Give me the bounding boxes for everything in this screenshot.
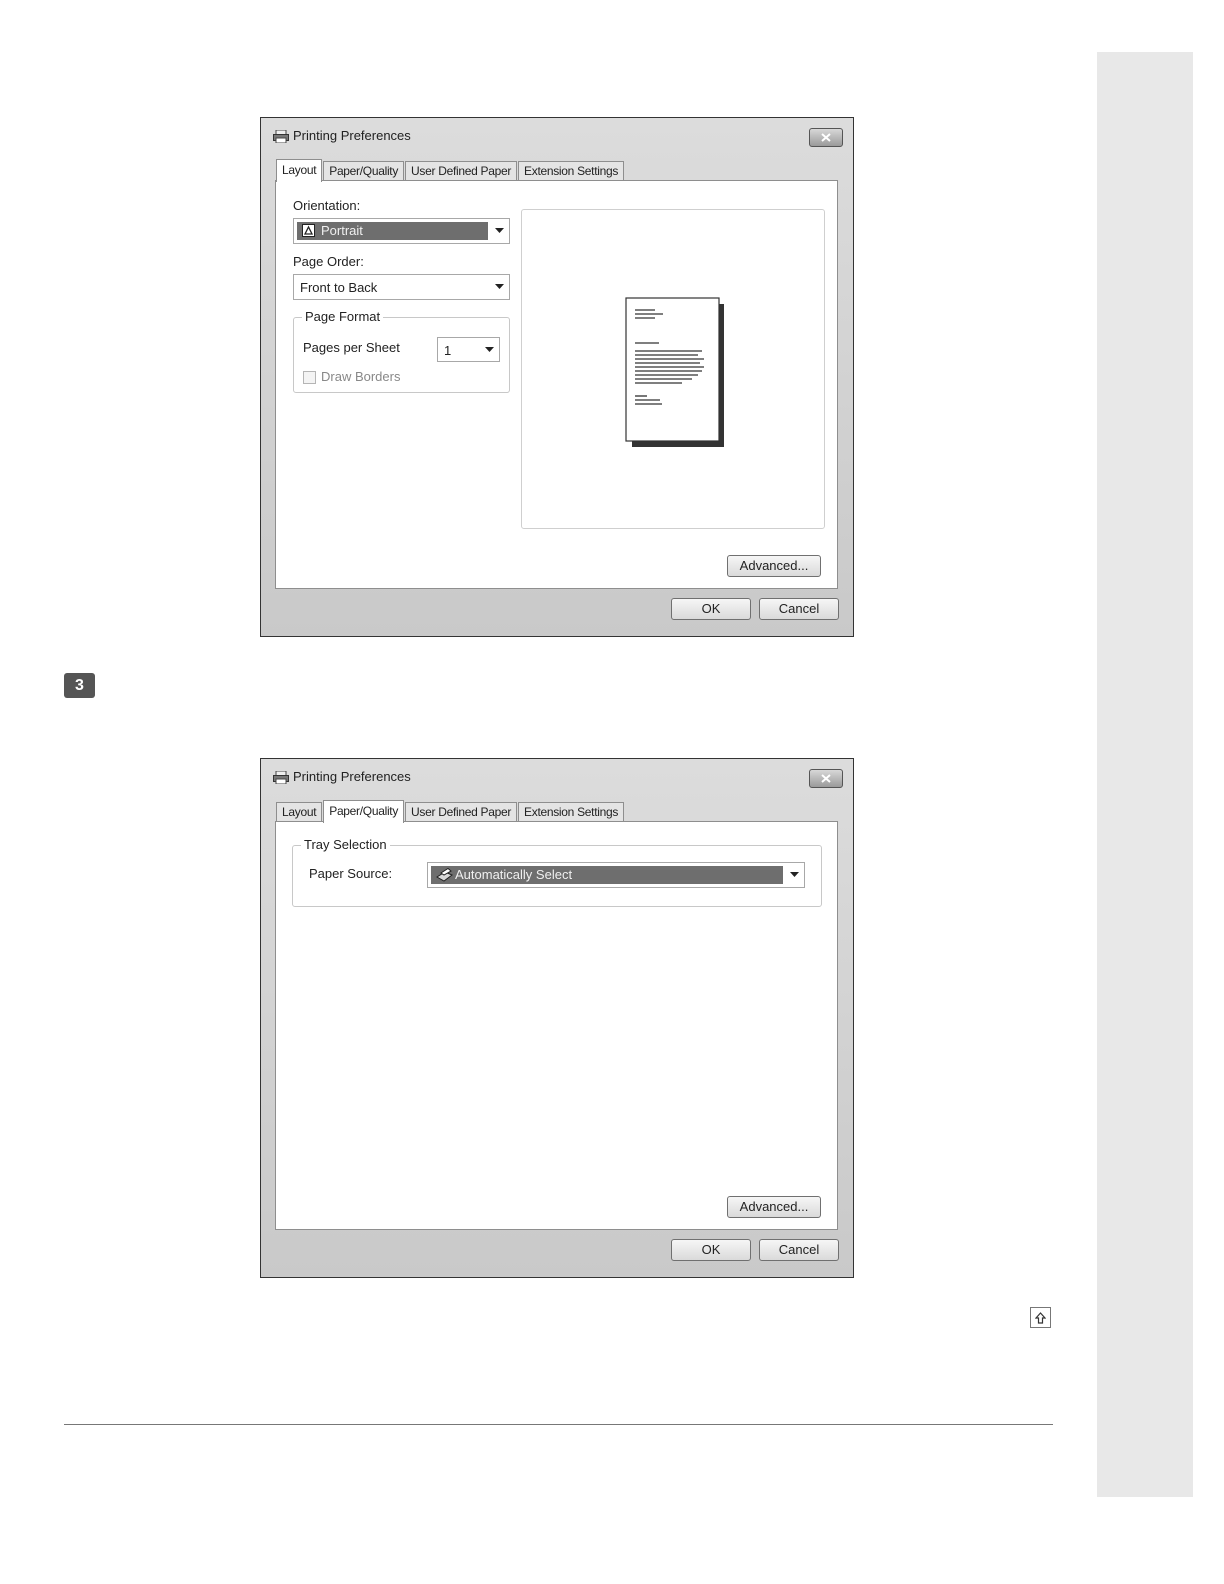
paper-source-value: Automatically Select — [455, 867, 573, 882]
printer-icon — [273, 771, 289, 784]
page-order-dropdown[interactable]: Front to Back — [293, 274, 510, 300]
printer-icon — [273, 130, 289, 143]
back-to-top-button[interactable] — [1030, 1307, 1051, 1328]
chevron-down-icon — [495, 228, 504, 233]
tray-selection-group: Tray Selection Paper Source: Automatical… — [292, 837, 822, 907]
cancel-button[interactable]: Cancel — [759, 1239, 839, 1261]
step-number-badge: 3 — [64, 673, 95, 698]
pages-per-sheet-dropdown[interactable]: 1 — [437, 337, 500, 362]
page-preview-image — [625, 297, 724, 447]
page-order-label: Page Order: — [293, 254, 364, 269]
layout-panel: Orientation: Portrait Page Order: Front … — [275, 180, 838, 589]
orientation-dropdown[interactable]: Portrait — [293, 218, 510, 244]
draw-borders-label: Draw Borders — [321, 369, 401, 384]
tab-paper-quality[interactable]: Paper/Quality — [323, 161, 405, 181]
tray-selection-title: Tray Selection — [301, 837, 390, 852]
tab-extension-settings[interactable]: Extension Settings — [518, 802, 625, 822]
cancel-button[interactable]: Cancel — [759, 598, 839, 620]
paper-tray-icon — [436, 868, 453, 882]
tab-user-defined-paper[interactable]: User Defined Paper — [405, 161, 518, 181]
orientation-label: Orientation: — [293, 198, 361, 213]
chevron-down-icon — [495, 284, 504, 289]
chevron-down-icon — [790, 872, 799, 877]
portrait-orientation-icon — [302, 224, 315, 237]
page-order-value: Front to Back — [300, 280, 378, 295]
chevron-down-icon — [485, 347, 494, 352]
advanced-button[interactable]: Advanced... — [727, 1196, 821, 1218]
draw-borders-checkbox[interactable] — [303, 371, 316, 384]
close-icon — [821, 133, 831, 142]
layout-preview — [521, 209, 825, 529]
printing-preferences-dialog-layout: Printing Preferences Layout Paper/Qualit… — [260, 117, 854, 637]
dialog-title: Printing Preferences — [293, 769, 411, 784]
close-button[interactable] — [809, 128, 843, 147]
paper-source-selected: Automatically Select — [431, 866, 783, 884]
tab-strip: Layout Paper/Quality User Defined Paper … — [276, 800, 625, 823]
tab-extension-settings[interactable]: Extension Settings — [518, 161, 625, 181]
pages-per-sheet-label: Pages per Sheet — [303, 340, 400, 355]
ok-button[interactable]: OK — [671, 598, 751, 620]
paper-quality-panel: Tray Selection Paper Source: Automatical… — [275, 821, 838, 1230]
close-icon — [821, 774, 831, 783]
close-button[interactable] — [809, 769, 843, 788]
advanced-button[interactable]: Advanced... — [727, 555, 821, 577]
right-sidebar — [1097, 52, 1193, 1497]
tab-paper-quality[interactable]: Paper/Quality — [323, 800, 405, 823]
ok-button[interactable]: OK — [671, 1239, 751, 1261]
title-bar: Printing Preferences — [261, 118, 853, 154]
tab-layout[interactable]: Layout — [276, 802, 323, 822]
orientation-value: Portrait — [321, 223, 363, 238]
arrow-up-icon — [1035, 1311, 1046, 1324]
dialog-title: Printing Preferences — [293, 128, 411, 143]
tab-strip: Layout Paper/Quality User Defined Paper … — [276, 159, 625, 182]
tab-user-defined-paper[interactable]: User Defined Paper — [405, 802, 518, 822]
tab-layout[interactable]: Layout — [276, 159, 323, 182]
orientation-selected: Portrait — [297, 222, 488, 240]
paper-source-dropdown[interactable]: Automatically Select — [427, 862, 805, 888]
title-bar: Printing Preferences — [261, 759, 853, 795]
paper-source-label: Paper Source: — [309, 866, 393, 881]
printing-preferences-dialog-paper-quality: Printing Preferences Layout Paper/Qualit… — [260, 758, 854, 1278]
page-format-title: Page Format — [302, 309, 384, 324]
footer-divider — [64, 1424, 1053, 1425]
pages-per-sheet-value: 1 — [444, 343, 452, 358]
page-format-group: Page Format Pages per Sheet 1 Draw Borde… — [293, 309, 510, 393]
